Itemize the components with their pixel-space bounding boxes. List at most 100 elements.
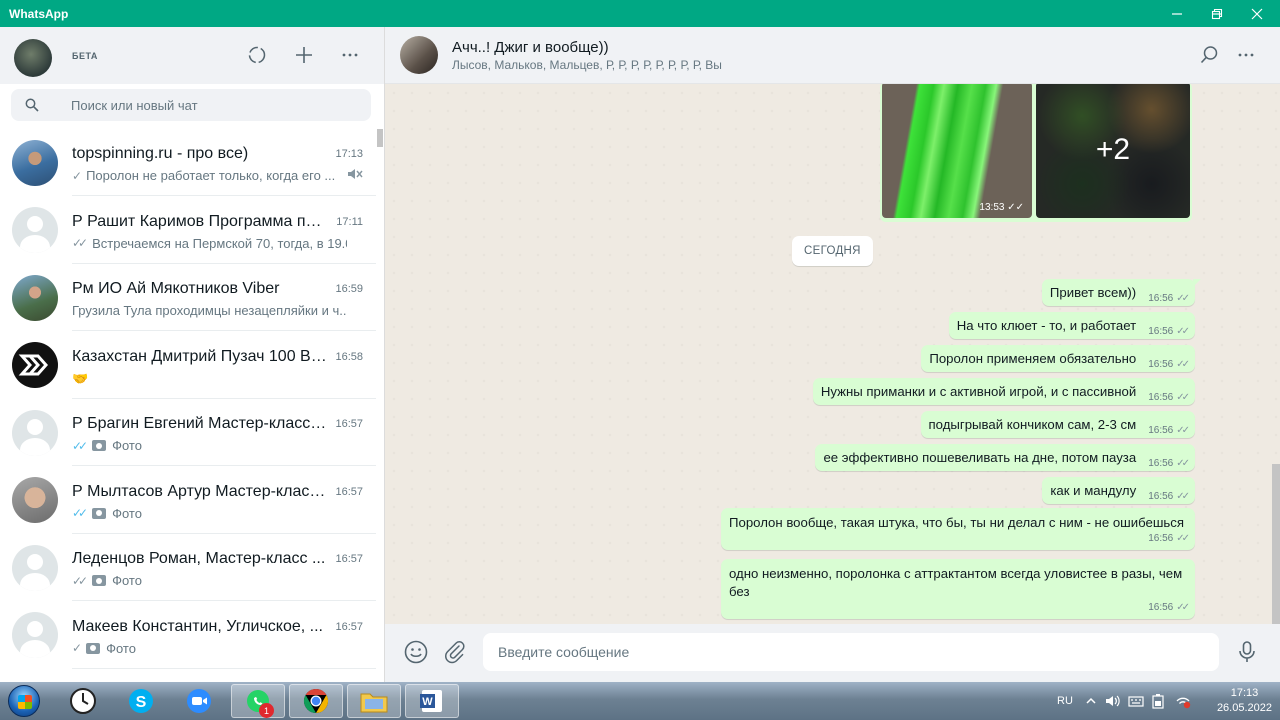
photo-thumbnail-more[interactable]: +2 xyxy=(1036,84,1190,218)
double-check-icon: ✓✓ xyxy=(1176,533,1190,544)
more-horizontal-icon xyxy=(1238,53,1254,57)
beta-label: БЕТА xyxy=(72,51,98,61)
double-check-icon: ✓✓ xyxy=(1176,458,1190,469)
chat-avatar[interactable] xyxy=(12,207,58,254)
chat-list-item[interactable]: Р Рашит Каримов Программа по ... 17:11 ✓✓ В… xyxy=(0,197,376,265)
taskbar-whatsapp[interactable]: 1 xyxy=(231,684,285,718)
outgoing-message[interactable]: одно неизменно, поролонка с аттрактантом… xyxy=(721,559,1195,619)
chat-avatar[interactable] xyxy=(12,544,58,591)
double-check-icon: ✓✓ xyxy=(1176,359,1190,370)
taskbar-clock-app[interactable] xyxy=(56,684,110,718)
close-icon xyxy=(1251,8,1263,19)
taskbar-chrome[interactable] xyxy=(289,684,343,718)
group-avatar[interactable] xyxy=(400,36,438,74)
chat-list-item[interactable]: Казахстан Дмитрий Пузач 100 Во... 16:58 🤝 xyxy=(0,332,376,400)
restore-icon xyxy=(1211,8,1223,19)
message-area: 13:53 ✓✓ +2 СЕГОДНЯ Привет всем)) 16:56 ✓✓… xyxy=(385,84,1280,624)
chat-list-item[interactable]: Леденцов Роман, Мастер-класс ... 16:57 ✓✓ Ф… xyxy=(0,534,376,602)
chat-avatar[interactable] xyxy=(12,477,58,524)
chat-list-item[interactable]: topspinning.ru - про все) 17:13 ✓ Поролон н… xyxy=(0,129,376,197)
conversation-header[interactable]: Ачч..! Джиг и вообще)) Лысов, Мальков, М… xyxy=(385,27,1280,84)
outgoing-message[interactable]: Поролон вообще, такая штука, что бы, ты … xyxy=(721,508,1195,550)
message-text: На что клюет - то, и работает xyxy=(956,318,1137,333)
speaker-icon xyxy=(1106,695,1120,707)
message-time: 16:56 xyxy=(1148,533,1174,544)
folder-icon xyxy=(360,693,388,713)
message-time: 16:56 xyxy=(1148,458,1174,469)
chat-avatar[interactable] xyxy=(12,409,58,456)
new-chat-button[interactable] xyxy=(292,43,316,67)
photo-thumbnail[interactable]: 13:53 ✓✓ xyxy=(882,84,1032,218)
chat-name: Казахстан Дмитрий Пузач 100 Во... xyxy=(72,347,327,365)
microphone-icon xyxy=(1239,641,1255,662)
chat-list-item[interactable]: Макеев Константин, Угличское, ... 16:57 ✓ Ф… xyxy=(0,602,376,670)
attach-button[interactable] xyxy=(441,638,469,666)
status-icon xyxy=(248,46,266,64)
muted-icon xyxy=(347,167,363,186)
conversation-menu-button[interactable] xyxy=(1234,43,1258,67)
outgoing-message[interactable]: На что клюет - то, и работает 16:56 ✓✓ xyxy=(948,312,1195,339)
paperclip-icon xyxy=(445,641,465,664)
outgoing-message[interactable]: Нужны приманки и с активной игрой, и с п… xyxy=(812,378,1195,405)
message-text: Поролон применяем обязательно xyxy=(929,351,1137,366)
double-check-icon: ✓✓ xyxy=(72,236,88,251)
outgoing-message[interactable]: Поролон применяем обязательно 16:56 ✓✓ xyxy=(921,345,1195,372)
outgoing-message[interactable]: Привет всем)) 16:56 ✓✓ xyxy=(1041,279,1202,306)
whatsapp-badge: 1 xyxy=(259,703,274,718)
message-input[interactable] xyxy=(483,633,1219,671)
message-scrollbar[interactable] xyxy=(1272,464,1280,624)
chrome-icon xyxy=(303,689,329,713)
voice-message-button[interactable] xyxy=(1233,638,1261,666)
emoji-icon xyxy=(404,640,428,664)
outgoing-message[interactable]: ее эффективно пошевеливать на дне, потом… xyxy=(815,444,1195,471)
taskbar-zoom[interactable] xyxy=(172,684,226,718)
chat-preview: ✓✓ Встречаемся на Пермской 70, тогда, в 1… xyxy=(72,236,347,251)
taskbar: S 1 W RU 17:13 26.05.2022 xyxy=(0,682,1280,720)
maximize-button[interactable] xyxy=(1197,0,1237,27)
window-title: WhatsApp xyxy=(9,6,69,21)
taskbar-explorer[interactable] xyxy=(347,684,401,718)
taskbar-word[interactable]: W xyxy=(405,684,459,718)
language-indicator[interactable]: RU xyxy=(1057,695,1073,707)
network-button[interactable] xyxy=(1175,682,1191,720)
keyboard-button[interactable] xyxy=(1128,682,1144,720)
tray-expand-button[interactable] xyxy=(1086,682,1096,720)
start-button[interactable] xyxy=(4,683,44,719)
status-button[interactable] xyxy=(245,43,269,67)
message-text: подыгрывай кончиком сам, 2-3 см xyxy=(928,417,1137,432)
search-input[interactable] xyxy=(71,97,351,113)
menu-button[interactable] xyxy=(338,43,362,67)
chat-list-item[interactable]: Р Мылтасов Артур Мастер-класс ... 16:57 ✓✓… xyxy=(0,467,376,535)
double-check-icon: ✓✓ xyxy=(1176,293,1190,304)
message-text: ее эффективно пошевеливать на дне, потом… xyxy=(823,450,1137,465)
search-messages-button[interactable] xyxy=(1197,43,1221,67)
chat-preview: ✓ Поролон не работает только, когда его .… xyxy=(72,168,347,183)
chat-preview-text: Встречаемся на Пермской 70, тогда, в 19.… xyxy=(92,235,347,251)
chat-preview-text: Грузила Тула проходимцы незацепляйки и ч… xyxy=(72,303,347,319)
outgoing-message[interactable]: подыгрывай кончиком сам, 2-3 см 16:56 ✓✓ xyxy=(920,411,1195,438)
chat-preview-text: 🤝 xyxy=(72,370,89,386)
chat-time: 16:59 xyxy=(335,283,363,296)
chat-avatar[interactable] xyxy=(12,274,58,321)
emoji-button[interactable] xyxy=(402,638,430,666)
svg-text:S: S xyxy=(136,694,147,711)
message-time: 16:56 xyxy=(1148,293,1174,304)
chat-list-scrollbar[interactable] xyxy=(377,129,383,147)
taskbar-skype[interactable]: S xyxy=(114,684,168,718)
chat-list-item[interactable]: Р Брагин Евгений Мастер-класс ... 16:57 ✓✓… xyxy=(0,399,376,467)
chat-name: Леденцов Роман, Мастер-класс ... xyxy=(72,550,326,568)
taskbar-clock[interactable]: 17:13 26.05.2022 xyxy=(1217,686,1272,716)
chat-avatar[interactable] xyxy=(12,139,58,186)
volume-button[interactable] xyxy=(1104,682,1120,720)
power-button[interactable] xyxy=(1151,682,1165,720)
minimize-button-real[interactable] xyxy=(1157,0,1197,27)
day-separator: СЕГОДНЯ xyxy=(792,236,873,266)
my-avatar[interactable] xyxy=(14,39,52,77)
double-check-icon: ✓✓ xyxy=(1176,392,1190,403)
outgoing-message[interactable]: как и мандулу 16:56 ✓✓ xyxy=(1042,477,1195,504)
double-check-icon: ✓✓ xyxy=(1176,491,1190,502)
close-button[interactable] xyxy=(1237,0,1277,27)
chat-avatar[interactable] xyxy=(12,612,58,659)
chat-list-item[interactable]: Рм ИО Ай Мякотников Viber 16:59 Грузила Ту… xyxy=(0,264,376,332)
chat-avatar[interactable] xyxy=(12,342,58,389)
